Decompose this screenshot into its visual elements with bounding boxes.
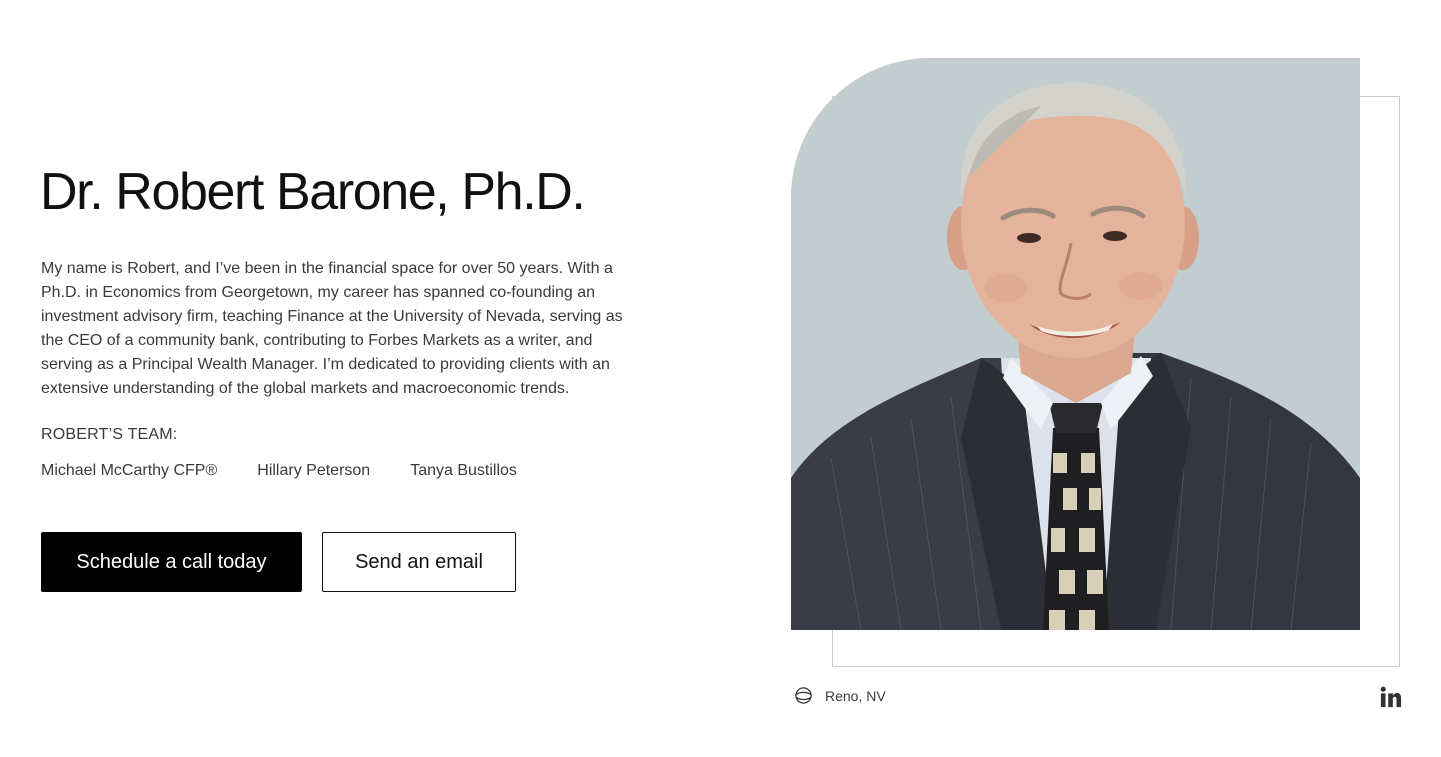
- team-list: Michael McCarthy CFP® Hillary Peterson T…: [41, 462, 517, 480]
- team-heading: ROBERT’S TEAM:: [41, 426, 178, 443]
- team-member-hillary-peterson[interactable]: Hillary Peterson: [257, 462, 370, 480]
- team-member-michael-mccarthy[interactable]: Michael McCarthy CFP®: [41, 462, 217, 480]
- advisor-profile-page: Dr. Robert Barone, Ph.D. My name is Robe…: [0, 0, 1441, 757]
- send-email-button[interactable]: Send an email: [322, 532, 516, 592]
- location-info: Reno, NV: [794, 686, 886, 705]
- schedule-call-button[interactable]: Schedule a call today: [41, 532, 302, 592]
- advisor-bio: My name is Robert, and I’ve been in the …: [41, 260, 623, 397]
- location-label: Reno, NV: [825, 687, 886, 704]
- location-pin-icon: [795, 687, 812, 704]
- team-member-tanya-bustillos[interactable]: Tanya Bustillos: [410, 462, 517, 480]
- advisor-portrait: [791, 58, 1360, 630]
- portrait-illustration: [791, 58, 1360, 630]
- linkedin-icon[interactable]: [1380, 686, 1402, 708]
- advisor-name: Dr. Robert Barone, Ph.D.: [40, 163, 586, 221]
